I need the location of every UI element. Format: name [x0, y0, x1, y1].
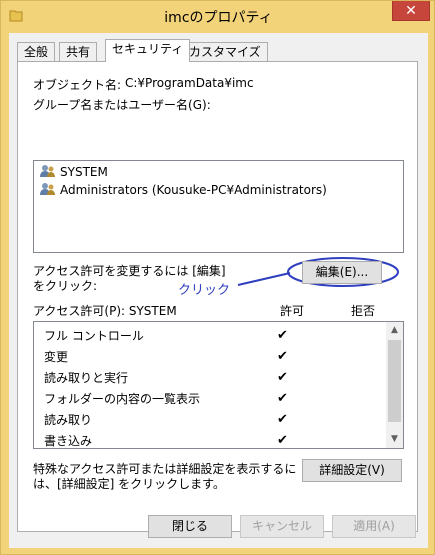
table-row: フォルダーの内容の一覧表示 ✔ — [44, 389, 364, 409]
permission-name: 書き込み — [44, 434, 93, 448]
allow-check-icon: ✔ — [277, 433, 288, 448]
permissions-header: アクセス許可(P): SYSTEM — [33, 304, 177, 318]
advanced-hint-line2: は、[詳細設定] をクリックします。 — [33, 477, 225, 491]
properties-window: imcのプロパティ ✕ 全般 共有 セキュリティ カスタマイズ オブジェクト名:… — [0, 0, 435, 555]
allow-header: 許可 — [280, 304, 305, 318]
window-title: imcのプロパティ — [164, 10, 273, 26]
advanced-button[interactable]: 詳細設定(V) — [302, 459, 402, 482]
allow-check-icon: ✔ — [277, 412, 288, 427]
edit-button[interactable]: 編集(E)... — [302, 261, 382, 284]
deny-header: 拒否 — [351, 304, 376, 318]
scroll-up-icon[interactable]: ▲ — [386, 322, 403, 339]
apply-button[interactable]: 適用(A) — [332, 515, 416, 538]
close-button[interactable]: 閉じる — [148, 515, 232, 538]
permission-name: 変更 — [44, 350, 69, 364]
scroll-thumb[interactable] — [388, 340, 401, 422]
table-row: 読み取りと実行 ✔ — [44, 368, 364, 388]
permissions-table[interactable]: フル コントロール ✔ 変更 ✔ 読み取りと実行 ✔ フォルダーの内容の一覧表示… — [33, 321, 404, 449]
permissions-scrollbar[interactable]: ▲ ▼ — [386, 322, 403, 448]
table-row: フル コントロール ✔ — [44, 326, 364, 346]
permission-name: 読み取りと実行 — [44, 371, 129, 385]
allow-check-icon: ✔ — [277, 370, 288, 385]
allow-check-icon: ✔ — [277, 328, 288, 343]
table-row: 変更 ✔ — [44, 347, 364, 367]
tab-sharing[interactable]: 共有 — [59, 42, 98, 61]
scroll-down-icon[interactable]: ▼ — [386, 431, 403, 448]
cancel-button[interactable]: キャンセル — [240, 515, 324, 538]
dialog-client: 全般 共有 セキュリティ カスタマイズ オブジェクト名: C:¥ProgramD… — [9, 33, 428, 548]
permission-name: フォルダーの内容の一覧表示 — [44, 392, 201, 406]
allow-check-icon: ✔ — [277, 349, 288, 364]
permission-name: 読み取り — [44, 413, 93, 427]
table-row: 読み取り ✔ — [44, 410, 364, 430]
security-panel: オブジェクト名: C:¥ProgramData¥imc グループ名またはユーザー… — [17, 61, 418, 532]
permission-name: フル コントロール — [44, 329, 144, 343]
table-row: 書き込み ✔ — [44, 431, 364, 448]
tab-general[interactable]: 全般 — [17, 42, 56, 61]
annotation-arrow — [237, 272, 291, 286]
close-icon: ✕ — [405, 3, 417, 19]
tab-security[interactable]: セキュリティ — [105, 39, 191, 62]
allow-check-icon: ✔ — [277, 391, 288, 406]
title-bar[interactable]: imcのプロパティ ✕ — [1, 1, 435, 33]
tab-customize[interactable]: カスタマイズ — [182, 42, 268, 61]
close-window-button[interactable]: ✕ — [392, 1, 430, 21]
